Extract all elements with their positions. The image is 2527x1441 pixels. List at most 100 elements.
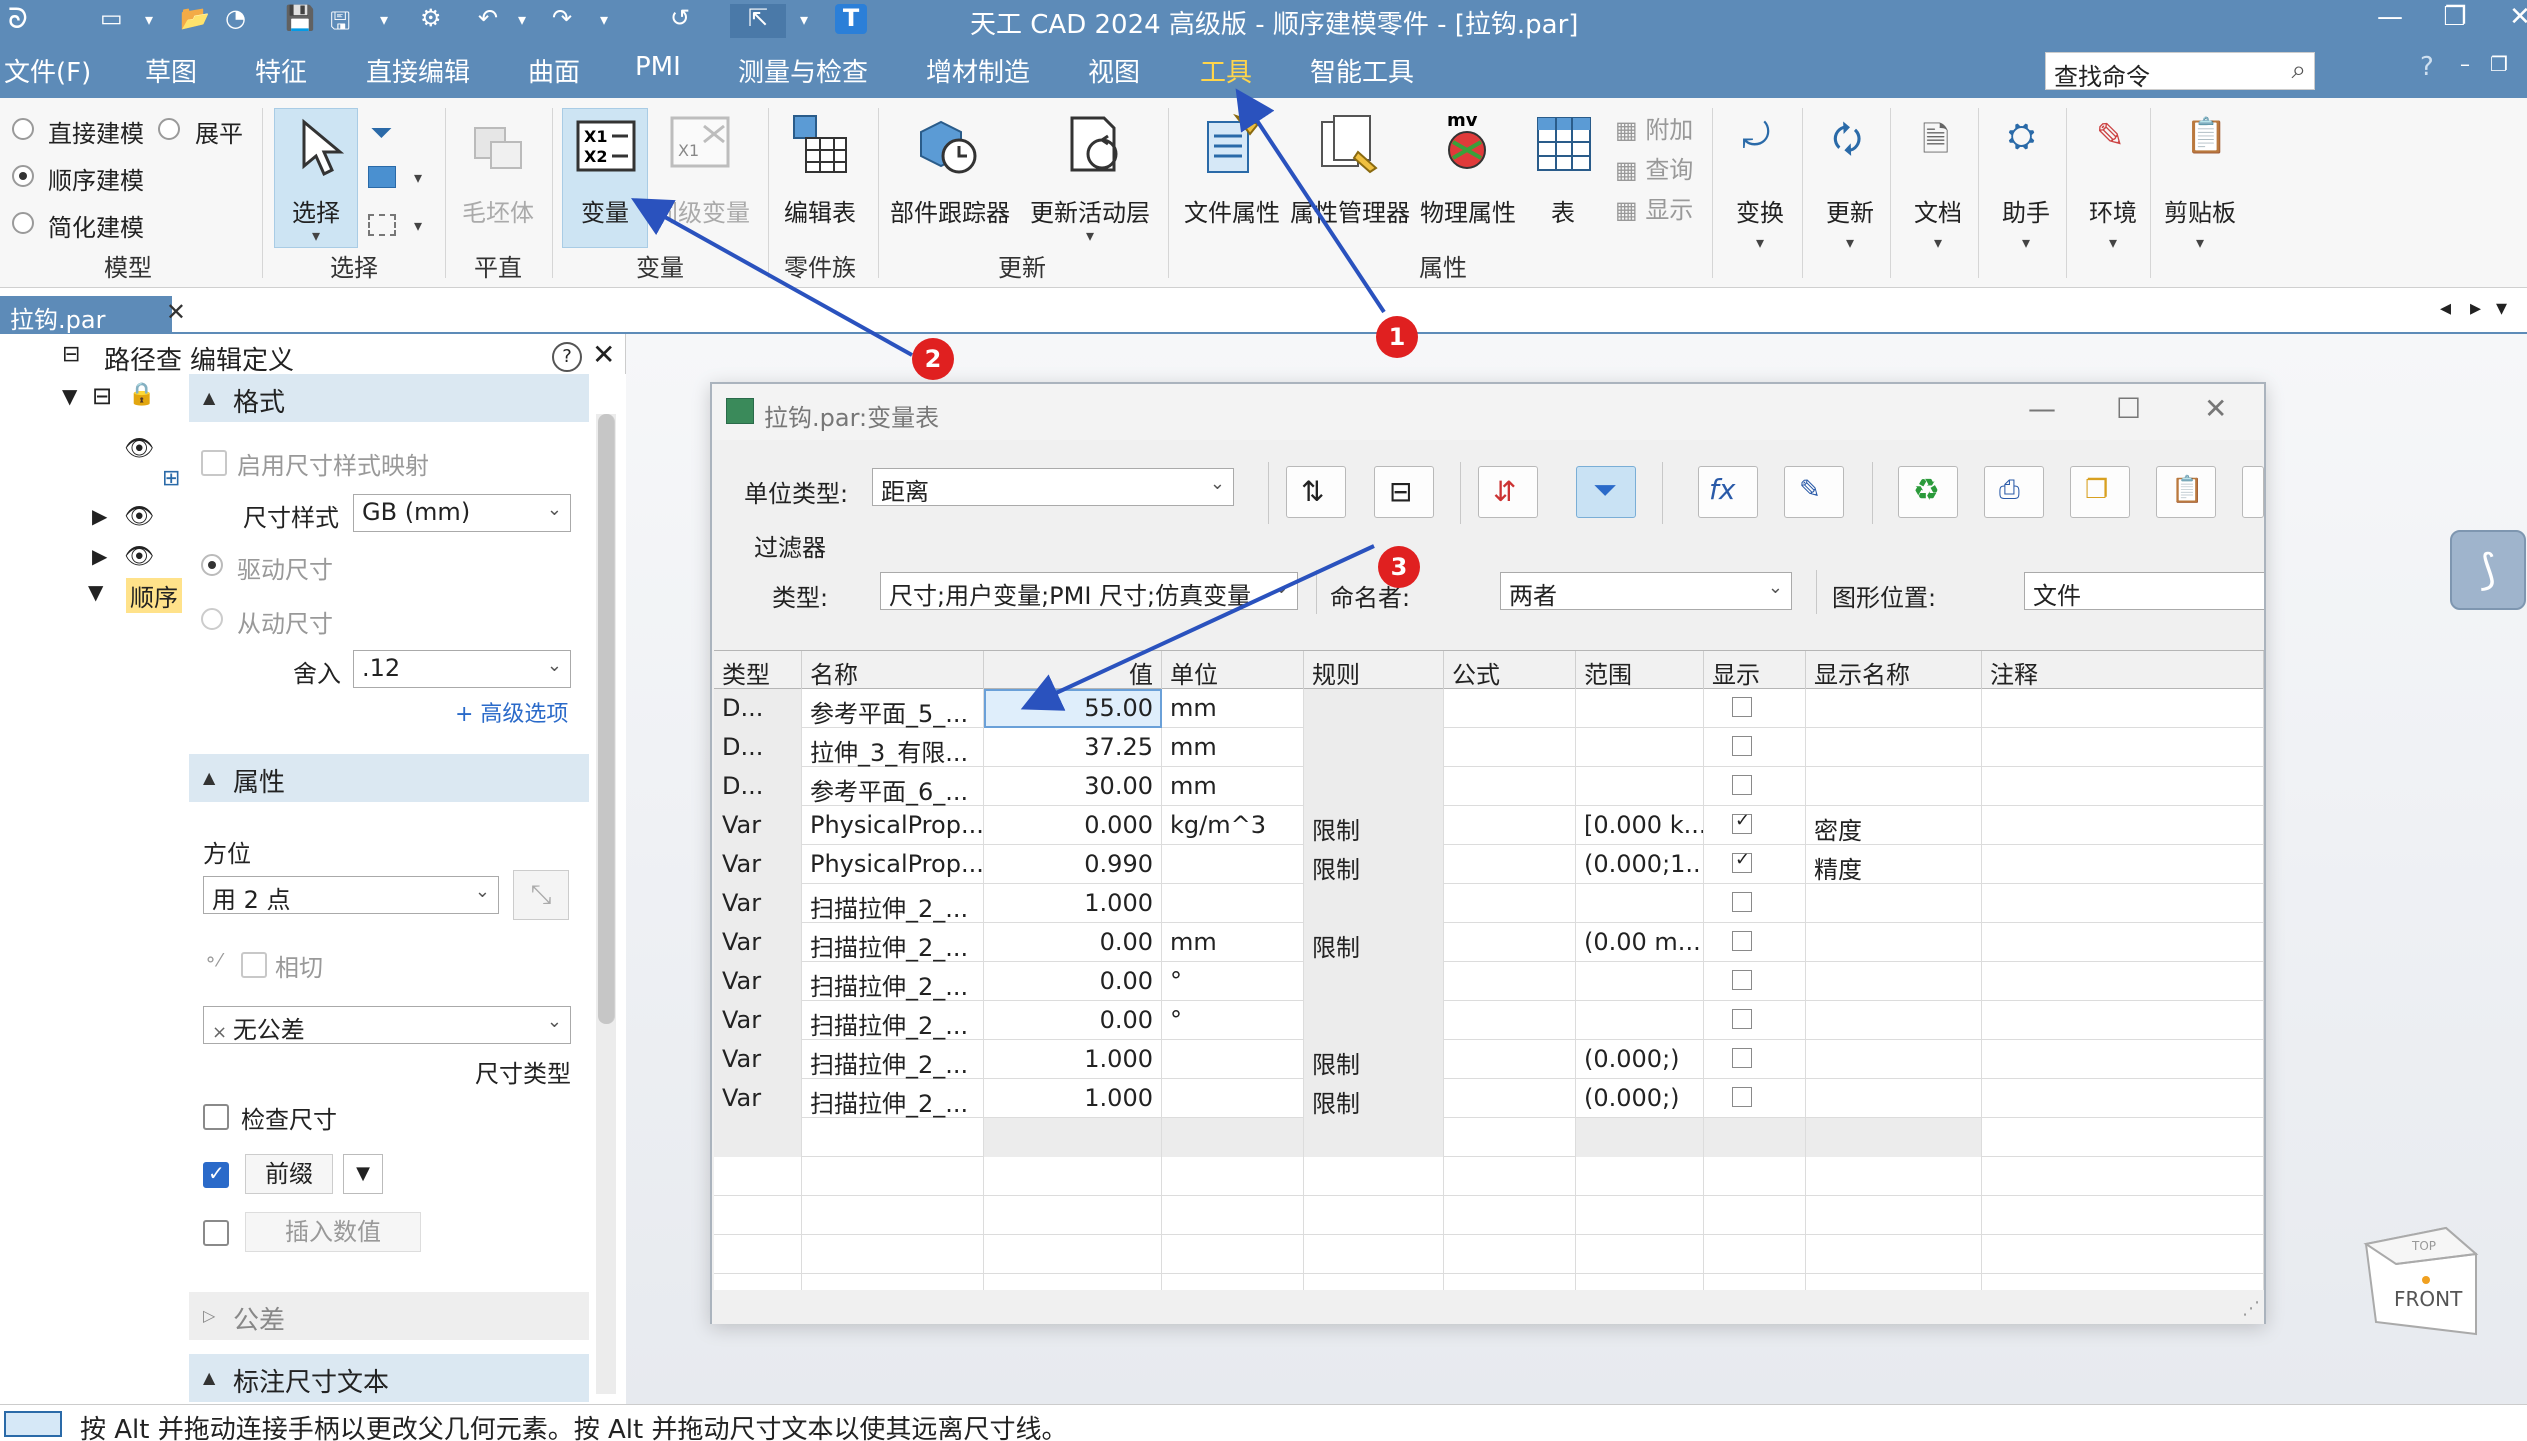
advanced-options-link[interactable]: + 高级选项: [455, 696, 568, 728]
pathfinder-icon[interactable]: ⊟: [62, 342, 80, 367]
select-tool-icon[interactable]: ⇱: [730, 4, 786, 38]
sequential-modeling-radio[interactable]: [12, 165, 34, 187]
cell-col-range[interactable]: [1576, 689, 1704, 728]
cell-col-comment[interactable]: [1982, 923, 2264, 962]
tree-collapse-icon[interactable]: ▶: [92, 504, 107, 528]
cell-col-formula[interactable]: [1444, 1001, 1576, 1040]
peer-variables-button[interactable]: 同级变量: [654, 193, 750, 228]
open-file-icon[interactable]: 📂: [180, 4, 210, 32]
command-finder-panel-icon[interactable]: ⟆: [2450, 530, 2526, 610]
cell-col-value[interactable]: 55.00: [984, 689, 1162, 728]
transform-button[interactable]: 变换: [1736, 193, 1784, 228]
table-row[interactable]: Var 扫描拉伸_2_... 1.000: [714, 884, 2264, 923]
tangent-checkbox[interactable]: [241, 952, 267, 978]
cell-col-comment[interactable]: [1982, 1079, 2264, 1118]
status-command-icon[interactable]: [4, 1411, 62, 1437]
tree-eye-icon[interactable]: 👁: [124, 542, 154, 570]
cell-col-display-name[interactable]: [1806, 962, 1982, 1001]
tree-collapse-icon[interactable]: ▶: [92, 544, 107, 568]
clipboard-dropdown-icon[interactable]: ▾: [2196, 233, 2204, 252]
selection-mode-icon[interactable]: [368, 166, 396, 188]
text-tool-icon[interactable]: T: [835, 4, 867, 34]
minimize-button[interactable]: —: [2360, 2, 2420, 32]
cell-col-show[interactable]: [1704, 962, 1806, 1001]
cell-col-name[interactable]: 扫描拉伸_2_...: [802, 884, 984, 923]
cell-col-range[interactable]: [0.000 k...: [1576, 806, 1704, 845]
show-checkbox[interactable]: [1732, 892, 1752, 912]
cell-col-comment[interactable]: [1982, 689, 2264, 728]
flatten-label[interactable]: 展平: [195, 114, 243, 149]
file-properties-button[interactable]: 文件属性: [1184, 193, 1280, 228]
cell-col-range[interactable]: (0.000;1...: [1576, 845, 1704, 884]
dialog-minimize-button[interactable]: —: [2028, 392, 2056, 425]
ribbon-minimize-icon[interactable]: –: [2460, 52, 2470, 76]
document-tab-close-button[interactable]: ✕: [166, 298, 186, 326]
simplified-modeling-radio[interactable]: [12, 212, 34, 234]
cell-col-range[interactable]: [1576, 962, 1704, 1001]
cell-col-name[interactable]: 拉伸_3_有限...: [802, 728, 984, 767]
prefix-button[interactable]: 前缀: [245, 1154, 333, 1194]
cell-col-comment[interactable]: [1982, 767, 2264, 806]
cell-col-name[interactable]: 扫描拉伸_2_...: [802, 962, 984, 1001]
cell-col-rule[interactable]: [1304, 884, 1444, 923]
header-col-range[interactable]: 范围: [1576, 651, 1704, 689]
refresh-dropdown-icon[interactable]: ▾: [1086, 226, 1094, 245]
menu-sketch[interactable]: 草图: [145, 52, 197, 89]
help-icon[interactable]: ?: [552, 342, 582, 372]
show-checkbox[interactable]: [1732, 1087, 1752, 1107]
properties-section-header[interactable]: ▲ 属性: [189, 754, 589, 802]
cell-col-unit[interactable]: [1162, 845, 1304, 884]
show-checkbox[interactable]: [1732, 1048, 1752, 1068]
table-row[interactable]: D... 参考平面_5_... 55.00 mm: [714, 689, 2264, 728]
show-checkbox[interactable]: [1732, 849, 1752, 873]
cell-col-unit[interactable]: °: [1162, 962, 1304, 1001]
cell-col-formula[interactable]: [1444, 767, 1576, 806]
show-checkbox[interactable]: [1732, 736, 1752, 756]
tab-scroll-left-icon[interactable]: ◂: [2440, 296, 2451, 321]
redo-dropdown-icon[interactable]: ▾: [600, 10, 608, 29]
cell-col-value[interactable]: 37.25: [984, 728, 1162, 767]
cell-col-comment[interactable]: [1982, 962, 2264, 1001]
cell-col-rule[interactable]: [1304, 728, 1444, 767]
transform-dropdown-icon[interactable]: ▾: [1756, 233, 1764, 252]
table-row[interactable]: Var 扫描拉伸_2_... 0.00 mm 限制 (0.00 m...: [714, 923, 2264, 962]
tree-expand-icon[interactable]: ▼: [62, 384, 77, 408]
cell-col-formula[interactable]: [1444, 689, 1576, 728]
cell-col-value[interactable]: 30.00: [984, 767, 1162, 806]
cell-col-value[interactable]: 0.990: [984, 845, 1162, 884]
tree-eye-icon[interactable]: 👁: [124, 502, 154, 530]
edit-table-button[interactable]: 编辑表: [784, 193, 856, 228]
tree-visible-eye-icon[interactable]: 👁: [124, 434, 154, 462]
table-row[interactable]: D... 拉伸_3_有限... 37.25 mm: [714, 728, 2264, 767]
graphic-position-select[interactable]: 文件: [2024, 572, 2264, 610]
cell-col-formula[interactable]: [1444, 962, 1576, 1001]
cell-col-value[interactable]: 0.00: [984, 962, 1162, 1001]
property-manager-button[interactable]: 属性管理器: [1290, 193, 1410, 228]
cell-col-display-name[interactable]: [1806, 689, 1982, 728]
refresh-button[interactable]: ♻: [1898, 466, 1958, 518]
cell-col-range[interactable]: [1576, 1001, 1704, 1040]
scrollbar-thumb[interactable]: [598, 414, 615, 1024]
cell-col-show[interactable]: [1704, 1001, 1806, 1040]
update-button[interactable]: 更新: [1826, 193, 1874, 228]
cell-col-show[interactable]: [1704, 923, 1806, 962]
cell-col-display-name[interactable]: [1806, 884, 1982, 923]
document-dropdown-icon[interactable]: ▾: [1934, 233, 1942, 252]
save-dropdown-icon[interactable]: ▾: [380, 10, 388, 29]
cell-col-formula[interactable]: [1444, 1040, 1576, 1079]
rule-button[interactable]: ✎: [1784, 466, 1844, 518]
menu-features[interactable]: 特征: [255, 52, 307, 89]
cell-col-range[interactable]: [1576, 728, 1704, 767]
clipboard-button[interactable]: 剪贴板: [2164, 193, 2236, 228]
enable-style-mapping-checkbox[interactable]: [201, 450, 227, 476]
table-row[interactable]: Var 扫描拉伸_2_... 1.000 限制 (0.000;): [714, 1079, 2264, 1118]
header-col-unit[interactable]: 单位: [1162, 651, 1304, 689]
cell-col-name[interactable]: 扫描拉伸_2_...: [802, 1040, 984, 1079]
sequential-modeling-label[interactable]: 顺序建模: [48, 161, 144, 196]
cell-col-display-name[interactable]: [1806, 728, 1982, 767]
part-tracker-button[interactable]: 部件跟踪器: [890, 193, 1010, 228]
cell-col-display-name[interactable]: [1806, 767, 1982, 806]
show-checkbox[interactable]: [1732, 775, 1752, 795]
cell-col-value[interactable]: 1.000: [984, 1079, 1162, 1118]
cell-col-show[interactable]: [1704, 689, 1806, 728]
